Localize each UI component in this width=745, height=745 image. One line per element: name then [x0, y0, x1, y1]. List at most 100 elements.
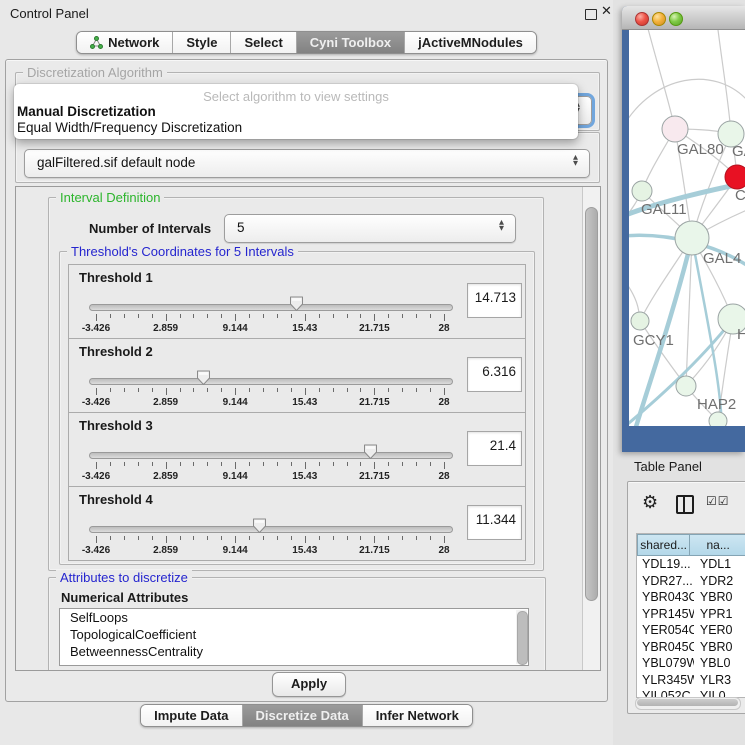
network-node[interactable] [725, 165, 745, 189]
table-cell[interactable]: YBR043C [637, 589, 694, 606]
list-scrollbar[interactable] [516, 610, 527, 664]
table-row[interactable]: YDL19...YDL1 [637, 556, 745, 573]
table-cell[interactable]: YBR0 [694, 639, 745, 656]
network-edge[interactable] [647, 30, 675, 129]
slider-tick-label: 21.715 [359, 323, 390, 334]
tab-style[interactable]: Style [172, 32, 230, 53]
table-row[interactable]: YBR043CYBR0 [637, 589, 745, 606]
scrollbar-thumb[interactable] [585, 207, 598, 601]
slider-tick [138, 314, 139, 318]
slider-tick [249, 314, 250, 318]
horizontal-scrollbar[interactable] [635, 697, 741, 710]
tab-network[interactable]: Network [77, 32, 172, 53]
table-cell[interactable]: YDR27... [637, 573, 694, 590]
slider-handle[interactable] [289, 295, 304, 312]
table-cell[interactable]: YBL079W [637, 655, 694, 672]
slider-track[interactable] [89, 304, 453, 311]
slider-tick [235, 462, 236, 469]
table-cell[interactable]: YBR0 [694, 589, 745, 606]
slider-tick [333, 314, 334, 318]
network-window: GAL80GACGAL11GAL4GCY1HHAP2 [622, 6, 745, 452]
table-row[interactable]: YPR145WYPR1 [637, 606, 745, 623]
zoom-traffic-icon[interactable] [669, 12, 683, 26]
table-cell[interactable]: YPR1 [694, 606, 745, 623]
tab-jactivemnodules[interactable]: jActiveMNodules [404, 32, 536, 53]
attribute-item-selfloops[interactable]: SelfLoops [60, 609, 528, 626]
vertical-scrollbar[interactable] [582, 187, 600, 670]
table-cell[interactable]: YBL0 [694, 655, 745, 672]
dropdown-option-equal-width-frequency-discretization[interactable]: Equal Width/Frequency Discretization [14, 120, 578, 136]
slider-handle[interactable] [252, 517, 267, 534]
threshold-slider[interactable]: -3.4262.8599.14415.4321.71528 [69, 265, 525, 338]
scrollbar-thumb[interactable] [637, 699, 738, 706]
tab-cyni-toolbox[interactable]: Cyni Toolbox [296, 32, 404, 53]
apply-button[interactable]: Apply [272, 672, 346, 697]
minimize-traffic-icon[interactable] [652, 12, 666, 26]
slider-tick [360, 462, 361, 466]
tab-discretize-data[interactable]: Discretize Data [242, 705, 362, 726]
table-row[interactable]: YER054CYER0 [637, 622, 745, 639]
num-intervals-combo[interactable]: 5 ▲▼ [224, 214, 516, 243]
table-cell[interactable]: YDL19... [637, 556, 694, 573]
combo-stepper-icon[interactable]: ▲▼ [497, 219, 506, 231]
threshold-value-field[interactable]: 11.344 [467, 505, 522, 540]
network-node[interactable] [676, 376, 696, 396]
table-cell[interactable]: YER054C [637, 622, 694, 639]
combo-stepper-icon[interactable]: ▲▼ [571, 154, 580, 166]
slider-tick [235, 388, 236, 395]
table-row[interactable]: YBL079WYBL0 [637, 655, 745, 672]
float-window-icon[interactable] [585, 9, 597, 20]
node-label-gal11: GAL11 [641, 201, 687, 218]
attribute-item-topologicalcoefficient[interactable]: TopologicalCoefficient [60, 626, 528, 643]
threshold-value-field[interactable]: 14.713 [467, 283, 522, 318]
table-row[interactable]: YBR045CYBR0 [637, 639, 745, 656]
slider-handle[interactable] [363, 443, 378, 460]
slider-track[interactable] [89, 378, 453, 385]
table-cell[interactable]: YDL1 [694, 556, 745, 573]
slider-track[interactable] [89, 526, 453, 533]
network-node[interactable] [632, 181, 652, 201]
threshold-value-field[interactable]: 6.316 [467, 357, 522, 392]
bottom-tab-bar: Impute DataDiscretize DataInfer Network [140, 704, 473, 727]
slider-tick [319, 536, 320, 540]
column-header[interactable]: na... [689, 534, 745, 556]
network-node[interactable] [709, 412, 727, 426]
network-view[interactable]: GAL80GACGAL11GAL4GCY1HHAP2 [629, 30, 745, 426]
table-cell[interactable]: YLR345W [637, 672, 694, 689]
table-cell[interactable]: YBR045C [637, 639, 694, 656]
tab-impute-data[interactable]: Impute Data [141, 705, 241, 726]
table-toolbar: ⚙ ☑☑ [628, 490, 745, 524]
select-columns-icons[interactable]: ☑☑ [706, 494, 730, 508]
threshold-slider[interactable]: -3.4262.8599.14415.4321.71528 [69, 487, 525, 560]
column-selector-icon[interactable] [676, 495, 694, 514]
table-data-combo[interactable]: galFiltered.sif default node ▲▼ [24, 149, 590, 178]
table-data-value: galFiltered.sif default node [37, 155, 195, 170]
slider-handle[interactable] [196, 369, 211, 386]
attributes-list[interactable]: SelfLoopsTopologicalCoefficientBetweenne… [59, 608, 529, 666]
slider-tick [249, 536, 250, 540]
table-cell[interactable]: YLR3 [694, 672, 745, 689]
gear-icon[interactable]: ⚙ [642, 492, 658, 513]
close-icon[interactable]: ✕ [601, 4, 612, 19]
table-cell[interactable]: YPR145W [637, 606, 694, 623]
threshold-slider[interactable]: -3.4262.8599.14415.4321.71528 [69, 413, 525, 486]
slider-tick-label: 21.715 [359, 397, 390, 408]
dropdown-option-manual-discretization[interactable]: Manual Discretization [14, 104, 578, 120]
slider-tick [193, 536, 194, 540]
slider-track[interactable] [89, 452, 453, 459]
table-cell[interactable]: YDR2 [694, 573, 745, 590]
tab-select[interactable]: Select [230, 32, 295, 53]
column-header[interactable]: shared... [637, 534, 690, 556]
threshold-slider[interactable]: -3.4262.8599.14415.4321.71528 [69, 339, 525, 412]
tab-infer-network[interactable]: Infer Network [362, 705, 472, 726]
network-node[interactable] [631, 312, 649, 330]
close-traffic-icon[interactable] [635, 12, 649, 26]
network-window-titlebar[interactable] [622, 6, 745, 30]
table-cell[interactable]: YER0 [694, 622, 745, 639]
tab-label: Select [244, 35, 282, 50]
attribute-item-betweennesscentrality[interactable]: BetweennessCentrality [60, 643, 528, 660]
network-node[interactable] [662, 116, 688, 142]
table-row[interactable]: YDR27...YDR2 [637, 573, 745, 590]
threshold-value-field[interactable]: 21.4 [467, 431, 522, 466]
table-row[interactable]: YLR345WYLR3 [637, 672, 745, 689]
